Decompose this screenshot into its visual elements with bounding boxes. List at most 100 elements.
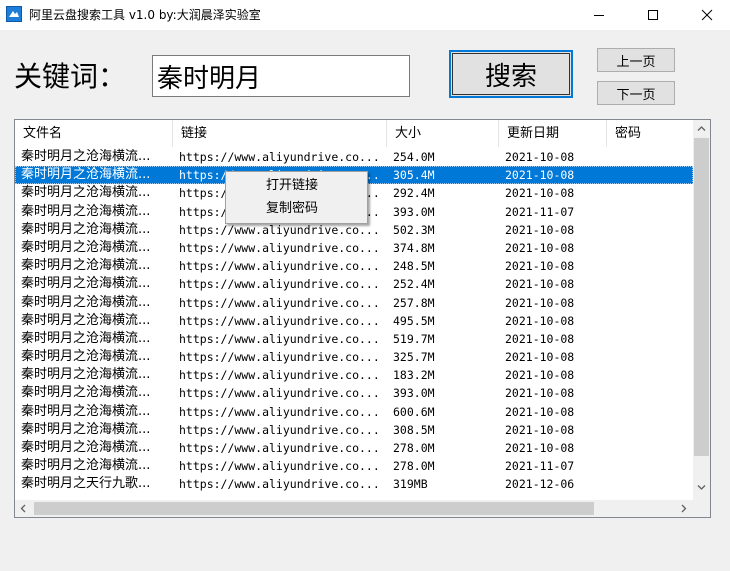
cell-size: 183.2M bbox=[393, 368, 435, 383]
list-header: 文件名 链接 大小 更新日期 密码 bbox=[15, 120, 693, 147]
cell-filename: 秦时明月之沧海横流... bbox=[21, 258, 151, 274]
column-header-filename[interactable]: 文件名 bbox=[15, 120, 173, 147]
cell-date: 2021-10-08 bbox=[505, 368, 575, 383]
cell-date: 2021-10-08 bbox=[505, 350, 575, 365]
column-header-link[interactable]: 链接 bbox=[173, 120, 387, 147]
vertical-scrollbar[interactable] bbox=[693, 120, 710, 500]
cell-filename: 秦时明月之沧海横流... bbox=[21, 330, 151, 346]
cell-size: 502.3M bbox=[393, 222, 435, 237]
cell-filename: 秦时明月之沧海横流... bbox=[21, 349, 151, 365]
maximize-button[interactable] bbox=[630, 0, 676, 30]
cell-date: 2021-10-08 bbox=[505, 186, 575, 201]
table-row[interactable]: 秦时明月之沧海横流... https://www.aliyundrive.co..… bbox=[15, 421, 693, 439]
horizontal-scrollbar[interactable] bbox=[15, 500, 693, 517]
close-icon bbox=[701, 9, 713, 21]
cell-password bbox=[612, 439, 692, 457]
table-row[interactable]: 秦时明月之沧海横流... https://www.aliyundrive.co..… bbox=[15, 348, 693, 366]
cell-filename: 秦时明月之沧海横流... bbox=[21, 167, 151, 183]
cell-password bbox=[612, 257, 692, 275]
menu-item-open-link[interactable]: 打开链接 bbox=[228, 175, 365, 197]
cell-filename: 秦时明月之沧海横流... bbox=[21, 458, 151, 474]
scroll-up-icon[interactable] bbox=[697, 124, 706, 133]
title-bar: 阿里云盘搜索工具 v1.0 by:大润晨泽实验室 bbox=[0, 0, 730, 30]
cell-date: 2021-10-08 bbox=[505, 386, 575, 401]
cell-size: 257.8M bbox=[393, 295, 435, 310]
column-header-size[interactable]: 大小 bbox=[387, 120, 499, 147]
cell-password bbox=[612, 312, 692, 330]
cell-size: 600.6M bbox=[393, 404, 435, 419]
table-row[interactable]: 秦时明月之沧海横流... https://www.aliyundrive.co..… bbox=[15, 239, 693, 257]
cell-link: https://www.aliyundrive.co... bbox=[179, 295, 380, 310]
keyword-label: 关键词： bbox=[14, 60, 127, 93]
cell-date: 2021-10-08 bbox=[505, 404, 575, 419]
next-page-button[interactable]: 下一页 bbox=[597, 81, 675, 105]
cell-password bbox=[612, 366, 692, 384]
close-button[interactable] bbox=[684, 0, 730, 30]
cell-size: 519.7M bbox=[393, 331, 435, 346]
cell-link: https://www.aliyundrive.co... bbox=[179, 350, 380, 365]
cell-date: 2021-10-08 bbox=[505, 295, 575, 310]
cell-size: 278.0M bbox=[393, 459, 435, 474]
table-row[interactable]: 秦时明月之沧海横流... https://www.aliyundrive.co..… bbox=[15, 312, 693, 330]
cell-filename: 秦时明月之沧海横流... bbox=[21, 312, 151, 328]
menu-item-copy-password[interactable]: 复制密码 bbox=[228, 198, 365, 220]
cell-link: https://www.aliyundrive.co... bbox=[179, 422, 380, 437]
cell-password bbox=[612, 294, 692, 312]
cell-password bbox=[612, 275, 692, 293]
column-header-password[interactable]: 密码 bbox=[607, 120, 693, 147]
cell-password bbox=[612, 421, 692, 439]
table-row[interactable]: 秦时明月之沧海横流... https://www.aliyundrive.co..… bbox=[15, 366, 693, 384]
cell-link: https://www.aliyundrive.co... bbox=[179, 240, 380, 255]
app-logo-icon bbox=[6, 6, 22, 22]
cell-size: 393.0M bbox=[393, 386, 435, 401]
table-row[interactable]: 秦时明月之沧海横流... https://www.aliyundrive.co..… bbox=[15, 148, 693, 166]
cell-link: https://www.aliyundrive.co... bbox=[179, 386, 380, 401]
table-row[interactable]: 秦时明月之沧海横流... https://www.aliyundrive.co..… bbox=[15, 384, 693, 402]
cell-date: 2021-11-07 bbox=[505, 204, 575, 219]
search-button-label: 搜索 bbox=[452, 53, 570, 95]
table-row[interactable]: 秦时明月之沧海横流... https://www.aliyundrive.co..… bbox=[15, 403, 693, 421]
scroll-right-icon[interactable] bbox=[679, 504, 688, 513]
cell-filename: 秦时明月之沧海横流... bbox=[21, 294, 151, 310]
cell-password bbox=[612, 348, 692, 366]
cell-date: 2021-10-08 bbox=[505, 277, 575, 292]
cell-password bbox=[612, 403, 692, 421]
cell-date: 2021-10-08 bbox=[505, 168, 575, 183]
keyword-input[interactable] bbox=[152, 55, 410, 97]
table-row[interactable]: 秦时明月之沧海横流... https://www.aliyundrive.co..… bbox=[15, 275, 693, 293]
cell-link: https://www.aliyundrive.co... bbox=[179, 331, 380, 346]
cell-link: https://www.aliyundrive.co... bbox=[179, 368, 380, 383]
cell-link: https://www.aliyundrive.co... bbox=[179, 459, 380, 474]
table-row[interactable]: 秦时明月之沧海横流... https://www.aliyundrive.co..… bbox=[15, 439, 693, 457]
search-button[interactable]: 搜索 bbox=[449, 50, 573, 98]
table-row[interactable]: 秦时明月之沧海横流... https://www.aliyundrive.co..… bbox=[15, 294, 693, 312]
cell-filename: 秦时明月之沧海横流... bbox=[21, 149, 151, 164]
minimize-icon bbox=[594, 15, 604, 16]
cell-filename: 秦时明月之沧海横流... bbox=[21, 403, 151, 419]
cell-size: 319MB bbox=[393, 477, 428, 492]
table-row[interactable]: 秦时明月之沧海横流... https://www.aliyundrive.co..… bbox=[15, 330, 693, 348]
column-header-date[interactable]: 更新日期 bbox=[499, 120, 607, 147]
table-row[interactable]: 秦时明月之沧海横流... https://www.aliyundrive.co..… bbox=[15, 457, 693, 475]
scroll-left-icon[interactable] bbox=[19, 504, 28, 513]
window-title: 阿里云盘搜索工具 v1.0 by:大润晨泽实验室 bbox=[29, 8, 261, 22]
cell-date: 2021-10-08 bbox=[505, 259, 575, 274]
table-row[interactable]: 秦时明月之天行九歌... https://www.aliyundrive.co..… bbox=[15, 475, 693, 493]
cell-size: 393.0M bbox=[393, 204, 435, 219]
cell-password bbox=[612, 203, 692, 221]
table-row[interactable]: 秦时明月之沧海横流... https://www.aliyundrive.co..… bbox=[15, 257, 693, 275]
cell-size: 254.0M bbox=[393, 150, 435, 164]
cell-date: 2021-10-08 bbox=[505, 331, 575, 346]
cell-size: 248.5M bbox=[393, 259, 435, 274]
horizontal-scroll-thumb[interactable] bbox=[34, 502, 594, 515]
minimize-button[interactable] bbox=[576, 0, 622, 30]
scroll-down-icon[interactable] bbox=[697, 483, 706, 492]
cell-date: 2021-10-08 bbox=[505, 441, 575, 455]
prev-page-button[interactable]: 上一页 bbox=[597, 48, 675, 72]
cell-password bbox=[612, 384, 692, 402]
cell-size: 374.8M bbox=[393, 240, 435, 255]
cell-password bbox=[612, 221, 692, 239]
vertical-scroll-thumb[interactable] bbox=[694, 138, 709, 456]
cell-filename: 秦时明月之沧海横流... bbox=[21, 385, 151, 401]
cell-password bbox=[612, 239, 692, 257]
